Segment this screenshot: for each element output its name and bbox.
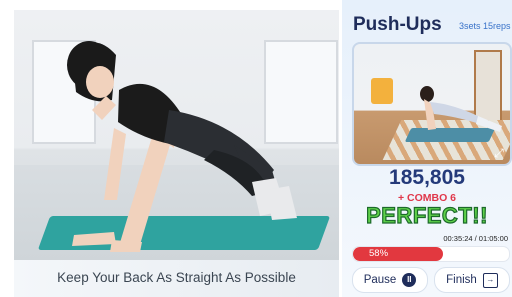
exit-icon: →	[482, 272, 498, 288]
pause-icon: II	[402, 273, 417, 287]
finish-label: Finish	[446, 274, 477, 286]
sets-reps-label: 3sets 15reps	[459, 21, 511, 31]
exercise-tip: Keep Your Back As Straight As Possible	[57, 270, 296, 285]
pause-button[interactable]: Pause II	[352, 267, 428, 293]
preview-person-illustration	[420, 86, 502, 132]
tip-caption-bar: Keep Your Back As Straight As Possible	[14, 260, 339, 297]
expand-icon[interactable]: ⤢	[492, 146, 506, 160]
workout-progress-bar: 58%	[352, 246, 510, 262]
pause-label: Pause	[363, 274, 397, 286]
finish-button[interactable]: Finish →	[434, 267, 510, 293]
progress-fill	[353, 247, 444, 261]
user-camera-preview[interactable]: ⤢	[352, 42, 512, 166]
elapsed-time: 00:35:24 / 01:05:00	[443, 234, 508, 243]
workout-screen: Keep Your Back As Straight As Possible P…	[0, 0, 512, 297]
person-illustration	[67, 41, 297, 252]
workout-side-panel: Push-Ups 3sets 15reps ⤢ 185,805 + COMBO …	[342, 0, 512, 297]
score-value: 185,805	[389, 166, 465, 189]
progress-percent: 58%	[369, 248, 389, 259]
exercise-title: Push-Ups	[353, 14, 442, 35]
rating-text: PERFECT!!	[365, 202, 488, 228]
exercise-demo-image	[14, 10, 339, 260]
